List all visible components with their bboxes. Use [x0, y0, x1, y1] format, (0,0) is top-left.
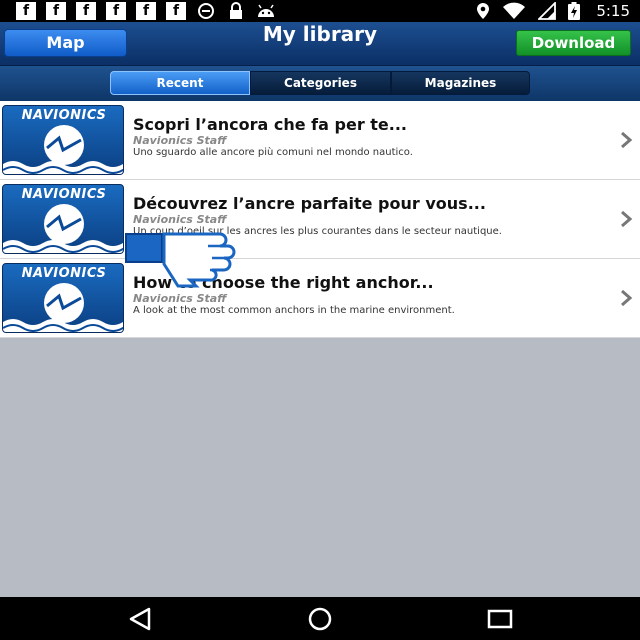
article-description: Uno sguardo alle ancore più comuni nel m…	[133, 147, 413, 158]
article-title: Scopri l’ancora che fa per te...	[133, 115, 408, 134]
list-item[interactable]: NAVIONICS Scopri l’ancora che fa per te.…	[0, 101, 640, 180]
lock-icon	[226, 2, 246, 20]
chevron-right-icon	[621, 131, 633, 149]
facebook-icon: f	[16, 2, 36, 20]
list-item[interactable]: NAVIONICS How to choose the right anchor…	[0, 259, 640, 338]
thumbs-down-icon	[125, 232, 236, 288]
tab-magazines[interactable]: Magazines	[391, 71, 530, 95]
article-title: Découvrez l’ancre parfaite pour vous...	[133, 194, 486, 213]
chevron-right-icon	[621, 289, 633, 307]
location-icon	[477, 3, 490, 19]
recents-icon	[487, 609, 513, 629]
wifi-icon	[503, 2, 526, 19]
chevron-right-icon	[621, 210, 633, 228]
article-author: Navionics Staff	[133, 213, 227, 226]
navionics-logo: NAVIONICS	[2, 105, 124, 175]
article-description: A look at the most common anchors in the…	[133, 305, 455, 316]
navionics-logo: NAVIONICS	[2, 263, 124, 333]
facebook-icon: f	[76, 2, 96, 20]
back-icon	[129, 607, 151, 631]
signal-icon	[538, 2, 557, 20]
list-item[interactable]: NAVIONICS Découvrez l’ancre parfaite pou…	[0, 180, 640, 259]
tab-bar: Recent Categories Magazines	[0, 66, 640, 101]
status-bar: f f f f f f 5:15	[0, 0, 640, 22]
article-author: Navionics Staff	[133, 292, 227, 305]
android-icon	[256, 2, 276, 20]
facebook-icon: f	[46, 2, 66, 20]
map-button[interactable]: Map	[4, 29, 127, 57]
nav-bar: My library Map Download	[0, 22, 640, 66]
data-saver-icon	[196, 2, 216, 20]
status-time: 5:15	[596, 2, 630, 20]
recents-button[interactable]	[485, 606, 515, 632]
battery-charging-icon	[568, 2, 581, 20]
facebook-icon: f	[106, 2, 126, 20]
facebook-icon: f	[166, 2, 186, 20]
notification-icons: f f f f f f	[16, 2, 276, 20]
download-button[interactable]: Download	[516, 30, 631, 56]
home-icon	[308, 607, 332, 631]
system-icons: 5:15	[476, 0, 630, 22]
home-button[interactable]	[305, 606, 335, 632]
tab-recent[interactable]: Recent	[110, 71, 250, 95]
tab-categories[interactable]: Categories	[250, 71, 391, 95]
navionics-logo: NAVIONICS	[2, 184, 124, 254]
segmented-control: Recent Categories Magazines	[110, 71, 530, 95]
article-author: Navionics Staff	[133, 134, 227, 147]
article-list: NAVIONICS Scopri l’ancora che fa per te.…	[0, 101, 640, 338]
system-navigation-bar	[0, 597, 640, 640]
facebook-icon: f	[136, 2, 156, 20]
back-button[interactable]	[125, 606, 155, 632]
